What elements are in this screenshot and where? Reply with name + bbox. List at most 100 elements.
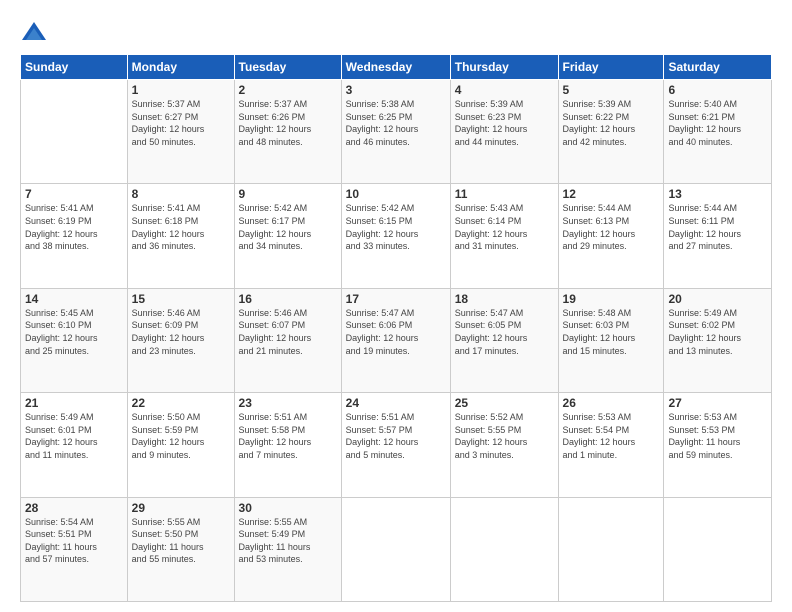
day-info: Sunrise: 5:41 AM Sunset: 6:18 PM Dayligh… [132, 202, 230, 252]
day-cell: 23Sunrise: 5:51 AM Sunset: 5:58 PM Dayli… [234, 393, 341, 497]
logo [20, 18, 52, 46]
day-number: 30 [239, 501, 337, 515]
day-number: 26 [563, 396, 660, 410]
header-cell-thursday: Thursday [450, 55, 558, 80]
day-number: 16 [239, 292, 337, 306]
day-number: 29 [132, 501, 230, 515]
day-cell: 26Sunrise: 5:53 AM Sunset: 5:54 PM Dayli… [558, 393, 664, 497]
week-row-1: 1Sunrise: 5:37 AM Sunset: 6:27 PM Daylig… [21, 80, 772, 184]
day-info: Sunrise: 5:55 AM Sunset: 5:50 PM Dayligh… [132, 516, 230, 566]
day-info: Sunrise: 5:42 AM Sunset: 6:15 PM Dayligh… [346, 202, 446, 252]
day-number: 15 [132, 292, 230, 306]
week-row-5: 28Sunrise: 5:54 AM Sunset: 5:51 PM Dayli… [21, 497, 772, 601]
day-number: 8 [132, 187, 230, 201]
day-number: 19 [563, 292, 660, 306]
day-cell: 17Sunrise: 5:47 AM Sunset: 6:06 PM Dayli… [341, 288, 450, 392]
day-number: 6 [668, 83, 767, 97]
day-cell: 25Sunrise: 5:52 AM Sunset: 5:55 PM Dayli… [450, 393, 558, 497]
day-cell: 28Sunrise: 5:54 AM Sunset: 5:51 PM Dayli… [21, 497, 128, 601]
day-number: 22 [132, 396, 230, 410]
calendar-header: SundayMondayTuesdayWednesdayThursdayFrid… [21, 55, 772, 80]
day-info: Sunrise: 5:53 AM Sunset: 5:54 PM Dayligh… [563, 411, 660, 461]
week-row-4: 21Sunrise: 5:49 AM Sunset: 6:01 PM Dayli… [21, 393, 772, 497]
day-number: 3 [346, 83, 446, 97]
header-cell-saturday: Saturday [664, 55, 772, 80]
day-info: Sunrise: 5:37 AM Sunset: 6:26 PM Dayligh… [239, 98, 337, 148]
day-cell: 22Sunrise: 5:50 AM Sunset: 5:59 PM Dayli… [127, 393, 234, 497]
day-info: Sunrise: 5:55 AM Sunset: 5:49 PM Dayligh… [239, 516, 337, 566]
day-cell: 14Sunrise: 5:45 AM Sunset: 6:10 PM Dayli… [21, 288, 128, 392]
day-info: Sunrise: 5:39 AM Sunset: 6:22 PM Dayligh… [563, 98, 660, 148]
day-number: 18 [455, 292, 554, 306]
day-info: Sunrise: 5:49 AM Sunset: 6:01 PM Dayligh… [25, 411, 123, 461]
day-info: Sunrise: 5:42 AM Sunset: 6:17 PM Dayligh… [239, 202, 337, 252]
day-cell: 3Sunrise: 5:38 AM Sunset: 6:25 PM Daylig… [341, 80, 450, 184]
day-info: Sunrise: 5:53 AM Sunset: 5:53 PM Dayligh… [668, 411, 767, 461]
day-cell [450, 497, 558, 601]
day-info: Sunrise: 5:40 AM Sunset: 6:21 PM Dayligh… [668, 98, 767, 148]
calendar-table: SundayMondayTuesdayWednesdayThursdayFrid… [20, 54, 772, 602]
day-info: Sunrise: 5:47 AM Sunset: 6:05 PM Dayligh… [455, 307, 554, 357]
day-cell: 2Sunrise: 5:37 AM Sunset: 6:26 PM Daylig… [234, 80, 341, 184]
header-cell-sunday: Sunday [21, 55, 128, 80]
day-cell: 18Sunrise: 5:47 AM Sunset: 6:05 PM Dayli… [450, 288, 558, 392]
header-cell-tuesday: Tuesday [234, 55, 341, 80]
day-info: Sunrise: 5:50 AM Sunset: 5:59 PM Dayligh… [132, 411, 230, 461]
day-cell: 16Sunrise: 5:46 AM Sunset: 6:07 PM Dayli… [234, 288, 341, 392]
day-info: Sunrise: 5:37 AM Sunset: 6:27 PM Dayligh… [132, 98, 230, 148]
day-number: 10 [346, 187, 446, 201]
day-cell: 4Sunrise: 5:39 AM Sunset: 6:23 PM Daylig… [450, 80, 558, 184]
day-number: 2 [239, 83, 337, 97]
day-cell: 24Sunrise: 5:51 AM Sunset: 5:57 PM Dayli… [341, 393, 450, 497]
day-cell: 21Sunrise: 5:49 AM Sunset: 6:01 PM Dayli… [21, 393, 128, 497]
day-info: Sunrise: 5:46 AM Sunset: 6:07 PM Dayligh… [239, 307, 337, 357]
day-number: 9 [239, 187, 337, 201]
day-number: 14 [25, 292, 123, 306]
page-header [20, 18, 772, 46]
day-number: 20 [668, 292, 767, 306]
day-number: 25 [455, 396, 554, 410]
day-cell: 13Sunrise: 5:44 AM Sunset: 6:11 PM Dayli… [664, 184, 772, 288]
day-cell: 29Sunrise: 5:55 AM Sunset: 5:50 PM Dayli… [127, 497, 234, 601]
day-number: 11 [455, 187, 554, 201]
day-number: 13 [668, 187, 767, 201]
day-number: 5 [563, 83, 660, 97]
day-cell: 8Sunrise: 5:41 AM Sunset: 6:18 PM Daylig… [127, 184, 234, 288]
day-cell: 19Sunrise: 5:48 AM Sunset: 6:03 PM Dayli… [558, 288, 664, 392]
day-number: 4 [455, 83, 554, 97]
day-number: 21 [25, 396, 123, 410]
day-cell: 30Sunrise: 5:55 AM Sunset: 5:49 PM Dayli… [234, 497, 341, 601]
day-number: 27 [668, 396, 767, 410]
calendar-page: SundayMondayTuesdayWednesdayThursdayFrid… [0, 0, 792, 612]
day-info: Sunrise: 5:43 AM Sunset: 6:14 PM Dayligh… [455, 202, 554, 252]
day-cell [558, 497, 664, 601]
day-number: 7 [25, 187, 123, 201]
day-number: 17 [346, 292, 446, 306]
day-cell: 10Sunrise: 5:42 AM Sunset: 6:15 PM Dayli… [341, 184, 450, 288]
day-cell [664, 497, 772, 601]
week-row-3: 14Sunrise: 5:45 AM Sunset: 6:10 PM Dayli… [21, 288, 772, 392]
day-cell [21, 80, 128, 184]
day-info: Sunrise: 5:38 AM Sunset: 6:25 PM Dayligh… [346, 98, 446, 148]
day-number: 23 [239, 396, 337, 410]
day-info: Sunrise: 5:44 AM Sunset: 6:11 PM Dayligh… [668, 202, 767, 252]
day-info: Sunrise: 5:51 AM Sunset: 5:57 PM Dayligh… [346, 411, 446, 461]
day-info: Sunrise: 5:45 AM Sunset: 6:10 PM Dayligh… [25, 307, 123, 357]
week-row-2: 7Sunrise: 5:41 AM Sunset: 6:19 PM Daylig… [21, 184, 772, 288]
header-cell-wednesday: Wednesday [341, 55, 450, 80]
header-cell-friday: Friday [558, 55, 664, 80]
day-info: Sunrise: 5:39 AM Sunset: 6:23 PM Dayligh… [455, 98, 554, 148]
day-cell [341, 497, 450, 601]
day-cell: 7Sunrise: 5:41 AM Sunset: 6:19 PM Daylig… [21, 184, 128, 288]
day-info: Sunrise: 5:48 AM Sunset: 6:03 PM Dayligh… [563, 307, 660, 357]
day-info: Sunrise: 5:54 AM Sunset: 5:51 PM Dayligh… [25, 516, 123, 566]
logo-icon [20, 18, 48, 46]
day-number: 12 [563, 187, 660, 201]
day-cell: 6Sunrise: 5:40 AM Sunset: 6:21 PM Daylig… [664, 80, 772, 184]
day-cell: 1Sunrise: 5:37 AM Sunset: 6:27 PM Daylig… [127, 80, 234, 184]
day-info: Sunrise: 5:51 AM Sunset: 5:58 PM Dayligh… [239, 411, 337, 461]
day-info: Sunrise: 5:47 AM Sunset: 6:06 PM Dayligh… [346, 307, 446, 357]
day-info: Sunrise: 5:46 AM Sunset: 6:09 PM Dayligh… [132, 307, 230, 357]
day-info: Sunrise: 5:41 AM Sunset: 6:19 PM Dayligh… [25, 202, 123, 252]
day-cell: 5Sunrise: 5:39 AM Sunset: 6:22 PM Daylig… [558, 80, 664, 184]
